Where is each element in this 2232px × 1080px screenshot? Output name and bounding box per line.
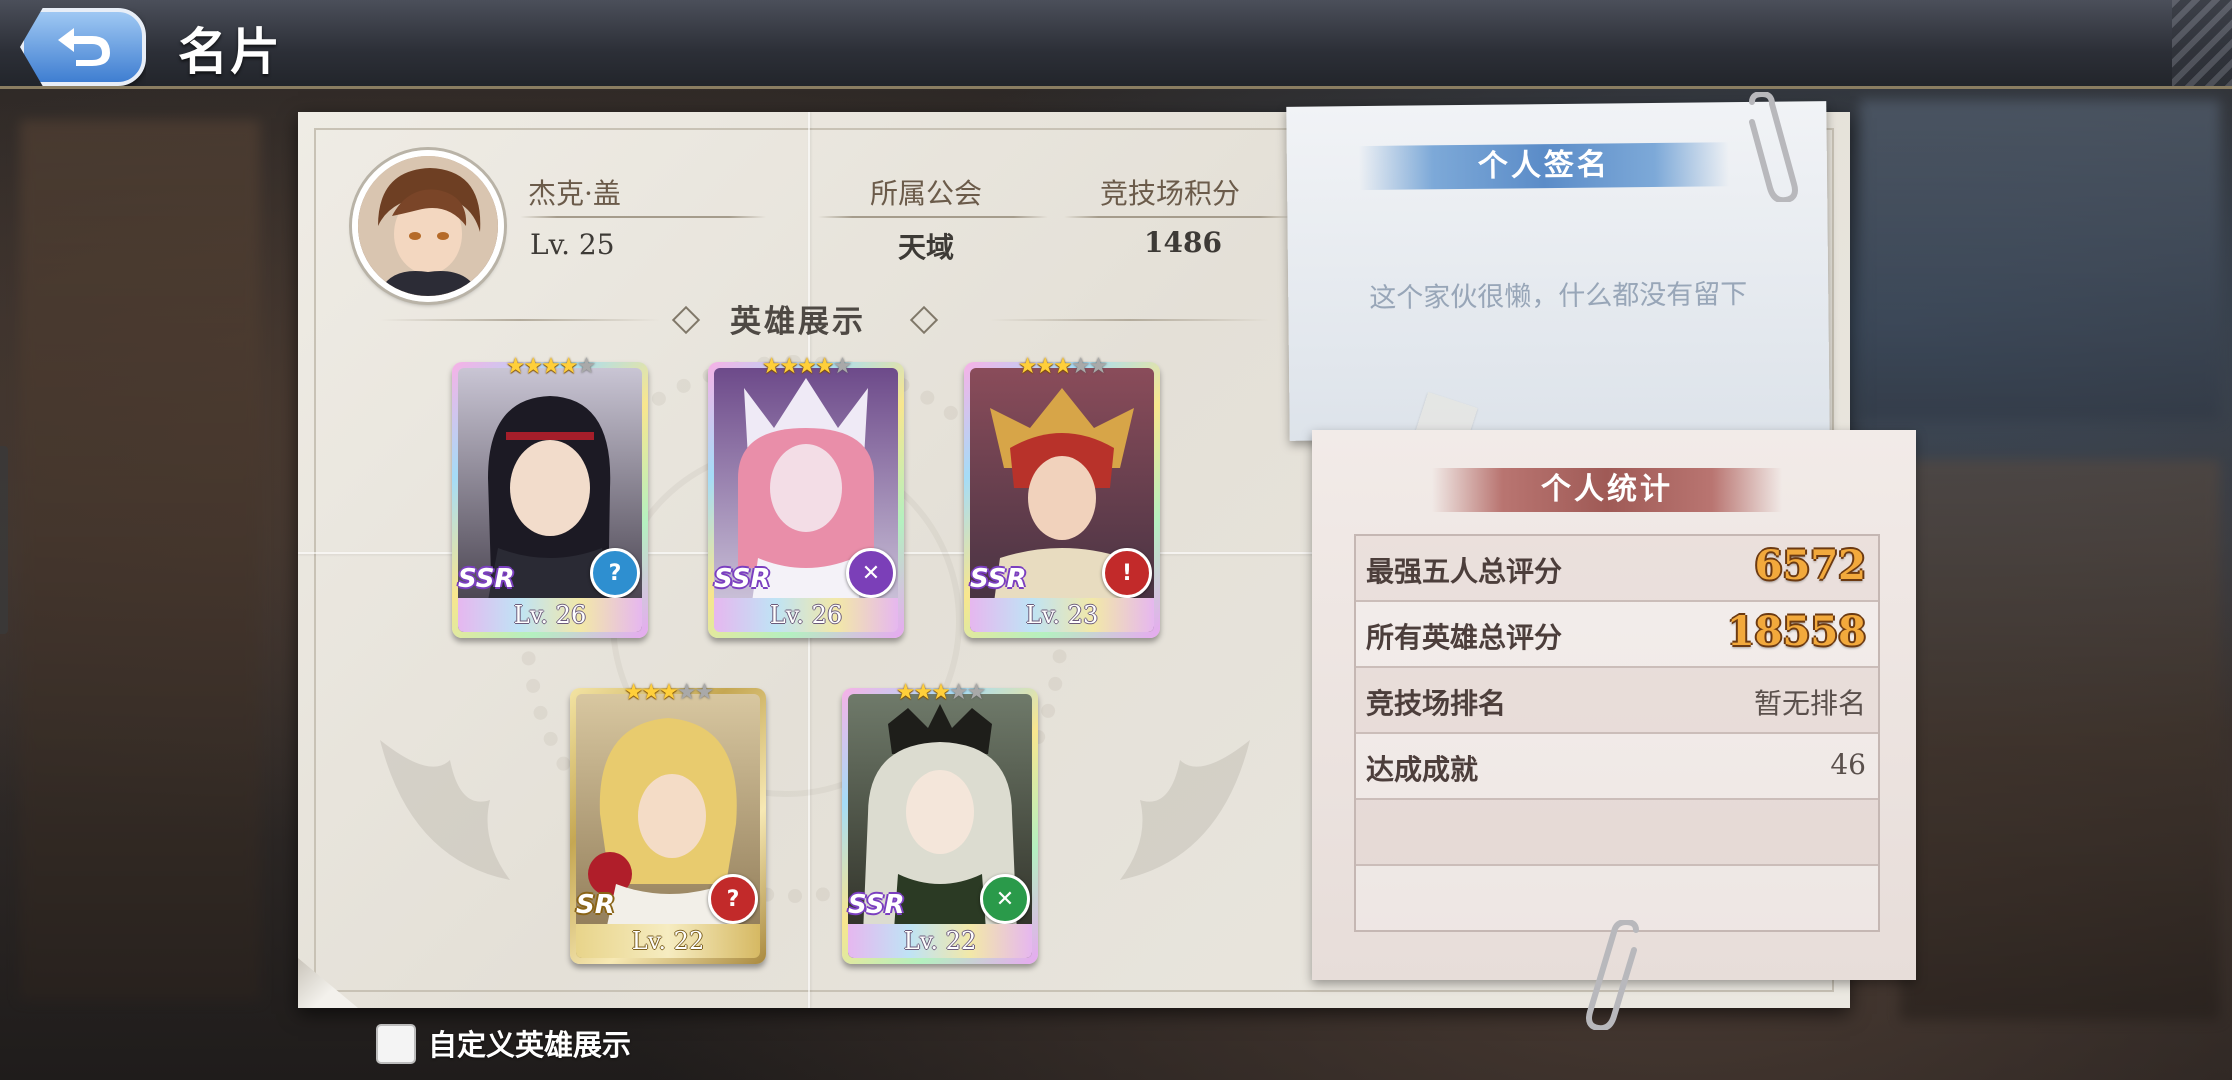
custom-showcase-label[interactable]: 自定义英雄展示 <box>428 1022 631 1064</box>
hero-card-5[interactable]: ★★★★★ SSR ✕ Lv. 22 <box>842 682 1038 964</box>
stat-row-all-heroes-score: 所有英雄总评分 18558 <box>1356 602 1878 668</box>
star-rating: ★★★★★ <box>895 680 987 705</box>
arena-points-value: 1486 <box>1144 226 1222 259</box>
crossed-swords-icon: ✕ <box>846 548 896 598</box>
hero-showcase-title: 英雄展示 <box>730 304 866 340</box>
arena-points-label: 竞技场积分 <box>1100 177 1241 210</box>
name-underline <box>520 216 766 218</box>
custom-showcase-checkbox[interactable] <box>376 1024 416 1064</box>
rarity-badge: SR <box>576 890 615 920</box>
star-rating: ★★★★★ <box>761 354 853 379</box>
guild-value: 天域 <box>898 231 955 264</box>
star-rating: ★★★★★ <box>505 354 597 379</box>
hero-card-4[interactable]: ★★★★★ SR ? Lv. 22 <box>570 682 766 964</box>
sword-icon: ! <box>1102 548 1152 598</box>
rarity-badge: SSR <box>714 564 771 594</box>
stat-value: 18558 <box>1726 608 1866 655</box>
stat-row-top5-score: 最强五人总评分 6572 <box>1356 536 1878 602</box>
crossed-swords-icon: ✕ <box>980 874 1030 924</box>
player-name: 杰克·盖 <box>528 177 621 210</box>
question-mark-icon: ? <box>590 548 640 598</box>
rarity-badge: SSR <box>458 564 515 594</box>
top-bar: 名片 <box>0 0 2232 89</box>
stat-value: 6572 <box>1754 542 1866 589</box>
hero-card-1[interactable]: ★★★★★ SSR ? Lv. 26 <box>452 356 648 638</box>
paper-clip-icon <box>1749 92 1798 202</box>
stat-label: 达成成就 <box>1366 753 1479 786</box>
stats-note: 个人统计 最强五人总评分 6572 所有英雄总评分 18558 竞技场排名 暂无… <box>1312 430 1916 980</box>
hero-card-3[interactable]: ★★★★★ SSR ! Lv. 23 <box>964 356 1160 638</box>
player-level: Lv. 25 <box>530 228 615 261</box>
signature-title: 个人签名 <box>1358 142 1730 191</box>
guild-underline <box>818 216 1048 218</box>
title-line-right <box>990 319 1270 321</box>
background-window <box>1860 100 2220 420</box>
stats-title: 个人统计 <box>1432 468 1782 512</box>
arena-underline <box>1064 216 1294 218</box>
back-arrow-icon <box>58 28 110 66</box>
page-title: 名片 <box>178 22 282 81</box>
signature-text: 这个家伙很懒，什么都没有留下 <box>1369 279 1748 314</box>
rarity-badge: SSR <box>970 564 1027 594</box>
rarity-badge: SSR <box>848 890 905 920</box>
hero-card-2[interactable]: ★★★★★ SSR ✕ Lv. 26 <box>708 356 904 638</box>
background-shelf-right <box>1900 460 2220 1020</box>
wing-watermark-left-icon <box>380 740 510 880</box>
background-shelf-left <box>20 120 260 1000</box>
stat-label: 最强五人总评分 <box>1366 555 1563 588</box>
hero-level: Lv. 23 <box>970 598 1154 632</box>
hero-level: Lv. 22 <box>848 924 1032 958</box>
stat-label: 竞技场排名 <box>1366 687 1507 720</box>
stat-value: 46 <box>1830 748 1866 781</box>
question-mark-icon: ? <box>708 874 758 924</box>
player-avatar[interactable] <box>352 150 504 302</box>
back-button[interactable] <box>20 8 146 86</box>
stat-label: 所有英雄总评分 <box>1366 621 1563 654</box>
stat-row-arena-rank: 竞技场排名 暂无排名 <box>1356 668 1878 734</box>
paper-clip-bottom-icon <box>1586 920 1639 1030</box>
side-edge-tab[interactable] <box>0 446 8 634</box>
avatar-portrait-icon <box>358 156 498 296</box>
title-line-left <box>380 319 660 321</box>
hero-level: Lv. 22 <box>576 924 760 958</box>
hero-level: Lv. 26 <box>714 598 898 632</box>
stat-value: 暂无排名 <box>1753 687 1866 720</box>
guild-label: 所属公会 <box>870 177 983 210</box>
stat-row-empty <box>1356 800 1878 866</box>
stats-table: 最强五人总评分 6572 所有英雄总评分 18558 竞技场排名 暂无排名 达成… <box>1354 534 1880 932</box>
hero-level: Lv. 26 <box>458 598 642 632</box>
stat-row-achievements: 达成成就 46 <box>1356 734 1878 800</box>
star-rating: ★★★★★ <box>1017 354 1109 379</box>
star-rating: ★★★★★ <box>623 680 715 705</box>
wing-watermark-right-icon <box>1120 740 1250 880</box>
